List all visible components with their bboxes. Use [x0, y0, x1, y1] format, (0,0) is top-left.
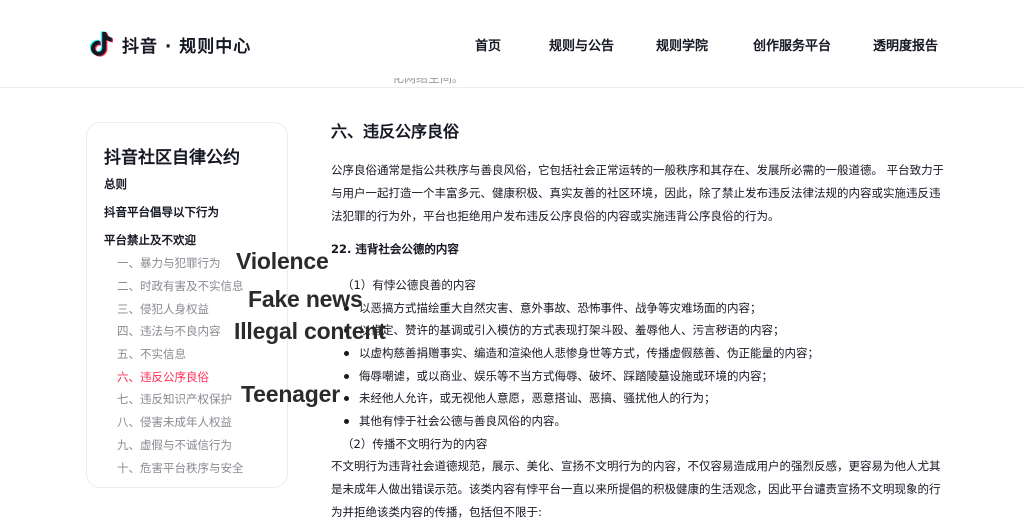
toc-subitem-4[interactable]: 四、违法与不良内容 — [117, 323, 221, 339]
toc-subitem-3[interactable]: 三、侵犯人身权益 — [117, 301, 209, 317]
subsection-heading: 22. 违背社会公德的内容 — [331, 242, 459, 256]
douyin-note-icon — [90, 31, 113, 57]
toc-subitem-6-active[interactable]: 六、违反公序良俗 — [117, 369, 209, 385]
intro-line: 法犯罪的行为外，平台也拒绝用户发布违反公序良俗的内容或实施违背公序良俗的行为。 — [331, 209, 780, 223]
nav-creator-platform[interactable]: 创作服务平台 — [753, 35, 831, 54]
toc-item-general[interactable]: 总则 — [104, 176, 127, 192]
bullet-dot — [344, 373, 349, 379]
list-item: 其他有悖于社会公德与善良风俗的内容。 — [344, 413, 566, 429]
toc-subitem-9[interactable]: 九、虚假与不诚信行为 — [117, 437, 232, 453]
toc-subitem-5[interactable]: 五、不实信息 — [117, 346, 186, 362]
overlay-label-violence: Violence — [236, 248, 329, 274]
overlay-label-fake-news: Fake news — [248, 286, 363, 312]
list-item: 未经他人允许，或无视他人意愿，恶意搭讪、恶搞、骚扰他人的行为； — [344, 390, 716, 406]
toc-item-prohibited[interactable]: 平台禁止及不欢迎 — [104, 232, 196, 248]
toc-subitem-2[interactable]: 二、时政有害及不实信息 — [117, 278, 244, 294]
overlay-label-teenager: Teenager — [241, 381, 340, 407]
nav-rules-academy[interactable]: 规则学院 — [656, 35, 708, 54]
list-item: 以肯定、赞许的基调或引入模仿的方式表现打架斗殴、羞辱他人、污言秽语的内容； — [344, 322, 785, 338]
bullet-dot — [344, 350, 349, 356]
outro-line: 不文明行为违背社会道德规范，展示、美化、宣扬不文明行为的内容，不仅容易造成用户的… — [331, 459, 941, 473]
site-header: 抖音 · 规则中心 首页 规则与公告 规则学院 创作服务平台 透明度报告 — [0, 0, 1024, 88]
outro-line: 是未成年人做出错误示范。该类内容有悖平台一直以来所提倡的积极健康的生活观念，因此… — [331, 482, 941, 496]
nav-home[interactable]: 首页 — [475, 35, 501, 54]
outro-line: 为并拒绝该类内容的传播，包括但不限于: — [331, 505, 542, 519]
overlay-label-illegal-content: Illegal content — [234, 318, 386, 344]
nav-rules-announcements[interactable]: 规则与公告 — [549, 35, 614, 54]
toc-subitem-7[interactable]: 七、违反知识产权保护 — [117, 391, 232, 407]
clipped-previous-text: 化网络空间。 — [392, 78, 465, 85]
outro-paragraph: 不文明行为违背社会道德规范，展示、美化、宣扬不文明行为的内容，不仅容易造成用户的… — [331, 455, 943, 520]
bullet-dot — [344, 418, 349, 424]
intro-paragraph: 公序良俗通常是指公共秩序与善良风俗，它包括社会正常运转的一般秩序和其存在、发展所… — [331, 159, 943, 228]
toc-subitem-10[interactable]: 十、危害平台秩序与安全 — [117, 460, 244, 476]
section-title: 六、违反公序良俗 — [331, 122, 460, 141]
toc-item-advocated[interactable]: 抖音平台倡导以下行为 — [104, 204, 219, 220]
nav-transparency-report[interactable]: 透明度报告 — [873, 35, 938, 54]
list-item: 侮辱嘲谑，或以商业、娱乐等不当方式侮辱、破坏、踩踏陵墓设施或环境的内容； — [344, 368, 773, 384]
intro-line: 与用户一起打造一个丰富多元、健康积极、真实友善的社区环境，因此，除了禁止发布违反… — [331, 186, 941, 200]
toc-subitem-1[interactable]: 一、暴力与犯罪行为 — [117, 255, 221, 271]
toc-subitem-8[interactable]: 八、侵害未成年人权益 — [117, 414, 232, 430]
sub-item-2: （2）传播不文明行为的内容 — [342, 437, 488, 451]
list-item: 以恶搞方式描绘重大自然灾害、意外事故、恐怖事件、战争等灾难场面的内容； — [344, 300, 762, 316]
intro-line: 公序良俗通常是指公共秩序与善良风俗，它包括社会正常运转的一般秩序和其存在、发展所… — [331, 163, 943, 177]
toc-title: 抖音社区自律公约 — [104, 148, 240, 168]
list-item: 以虚构慈善捐赠事实、编造和渲染他人悲惨身世等方式，传播虚假慈善、伪正能量的内容； — [344, 345, 819, 361]
site-logo[interactable]: 抖音 · 规则中心 — [90, 30, 251, 58]
brand-title: 抖音 · 规则中心 — [122, 36, 252, 57]
bullet-dot — [344, 395, 349, 401]
